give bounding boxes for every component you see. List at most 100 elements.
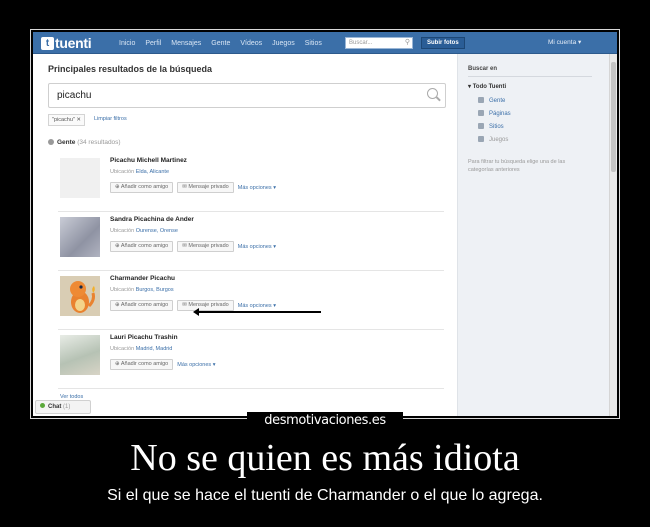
divider — [468, 76, 592, 77]
search-filter-sidebar: Buscar en ▾ Todo Tuenti Gente Páginas Si… — [457, 54, 609, 416]
add-friend-button[interactable]: ⊕ Añadir como amigo — [110, 359, 174, 370]
sidebar-item-paginas[interactable]: Páginas — [478, 110, 511, 117]
private-message-label: Mensaje privado — [188, 184, 229, 190]
annotation-arrow — [193, 308, 321, 316]
sidebar-item-label: Páginas — [489, 111, 511, 117]
poster-title: No se quien es más idiota — [130, 437, 520, 479]
result-location: Ubicación Madrid, Madrid — [110, 346, 172, 352]
person-icon — [48, 139, 54, 145]
result-item: Sandra Picachina de Ander Ubicación Oure… — [58, 213, 444, 269]
sidebar-item-all[interactable]: ▾ Todo Tuenti — [468, 83, 506, 90]
top-search-input[interactable]: Buscar... ⚲ — [345, 37, 413, 49]
sidebar-title: Buscar en — [468, 66, 498, 72]
sidebar-item-label: Sitios — [489, 124, 504, 130]
location-value[interactable]: Burgos, Burgos — [136, 287, 174, 293]
sidebar-item-gente[interactable]: Gente — [478, 97, 505, 104]
location-value[interactable]: Madrid, Madrid — [136, 346, 173, 352]
nav-item-mensajes[interactable]: Mensajes — [171, 40, 201, 47]
result-location: Ubicación Burgos, Burgos — [110, 287, 174, 293]
result-name[interactable]: Picachu Michell Martinez — [110, 157, 187, 164]
private-message-label: Mensaje privado — [188, 243, 229, 249]
divider — [58, 388, 444, 389]
add-friend-button[interactable]: ⊕ Añadir como amigo — [110, 300, 174, 311]
result-item: Lauri Picachu Trashin Ubicación Madrid, … — [58, 331, 444, 387]
page-title: Principales resultados de la búsqueda — [48, 64, 213, 74]
online-status-icon — [40, 403, 45, 408]
chat-label: Chat — [48, 404, 62, 410]
top-search-placeholder: Buscar... — [349, 40, 373, 46]
clear-filters-link[interactable]: Limpiar filtros — [94, 116, 127, 122]
sidebar-item-juegos[interactable]: Juegos — [478, 136, 508, 143]
more-options-link[interactable]: Más opciones ▾ — [177, 362, 215, 368]
location-label: Ubicación — [110, 346, 135, 352]
private-message-button[interactable]: ✉ Mensaje privado — [177, 241, 234, 252]
nav-item-inicio[interactable]: Inicio — [119, 40, 135, 47]
sidebar-item-label: Juegos — [489, 137, 509, 143]
chat-button[interactable]: Chat (1) — [35, 400, 91, 414]
active-filter-tag[interactable]: "picachu" ✕ — [48, 114, 85, 126]
divider — [58, 329, 444, 330]
scrollbar-thumb[interactable] — [611, 62, 616, 172]
place-icon — [478, 123, 484, 129]
nav-item-gente[interactable]: Gente — [211, 40, 230, 47]
people-count: (34 resultados) — [77, 139, 121, 146]
nav-item-sitios[interactable]: Sitios — [305, 40, 322, 47]
result-actions: ⊕ Añadir como amigo Más opciones ▾ — [110, 359, 215, 370]
search-query-value: picachu — [57, 90, 92, 101]
upload-photos-button[interactable]: Subir fotos — [421, 37, 465, 49]
location-value[interactable]: Elda, Alicante — [136, 169, 169, 175]
search-results-main: Principales resultados de la búsqueda pi… — [33, 54, 457, 416]
avatar[interactable] — [60, 158, 100, 198]
search-icon[interactable] — [427, 88, 438, 99]
private-message-button[interactable]: ✉ Mensaje privado — [177, 300, 234, 311]
result-item: Charmander Picachu Ubicación Burgos, Bur… — [58, 272, 444, 328]
result-location: Ubicación Elda, Alicante — [110, 169, 169, 175]
avatar[interactable] — [60, 217, 100, 257]
account-menu[interactable]: Mi cuenta ▾ — [548, 32, 581, 54]
screenshot: t tuenti Inicio Perfil Mensajes Gente Ví… — [33, 32, 617, 416]
result-name[interactable]: Sandra Picachina de Ander — [110, 216, 194, 223]
add-friend-button[interactable]: ⊕ Añadir como amigo — [110, 182, 174, 193]
people-section-header: Gente (34 resultados) — [48, 139, 121, 146]
pages-icon — [478, 110, 484, 116]
divider — [58, 211, 444, 212]
location-value[interactable]: Ourense, Orense — [136, 228, 178, 234]
chat-count: (1) — [63, 404, 71, 410]
location-label: Ubicación — [110, 228, 135, 234]
nav-item-perfil[interactable]: Perfil — [145, 40, 161, 47]
result-name[interactable]: Lauri Picachu Trashin — [110, 334, 178, 341]
main-nav: Inicio Perfil Mensajes Gente Vídeos Jueg… — [119, 32, 332, 54]
search-query-input[interactable]: picachu — [48, 83, 446, 108]
private-message-button[interactable]: ✉ Mensaje privado — [177, 182, 234, 193]
games-icon — [478, 136, 484, 142]
tuenti-logo[interactable]: t tuenti — [41, 35, 92, 51]
result-location: Ubicación Ourense, Orense — [110, 228, 178, 234]
add-friend-label: Añadir como amigo — [120, 302, 169, 308]
logo-text: tuenti — [55, 35, 92, 51]
search-icon[interactable]: ⚲ — [405, 39, 410, 47]
divider — [58, 270, 444, 271]
poster-subtitle: Si el que se hace el tuenti de Charmande… — [107, 487, 543, 504]
page-scrollbar[interactable] — [609, 54, 617, 416]
people-label: Gente — [57, 139, 76, 146]
sidebar-hint: Para filtrar tu búsqueda elige una de la… — [468, 159, 566, 173]
nav-item-videos[interactable]: Vídeos — [240, 40, 262, 47]
add-friend-button[interactable]: ⊕ Añadir como amigo — [110, 241, 174, 252]
more-options-link[interactable]: Más opciones ▾ — [238, 244, 276, 250]
top-navigation-bar: t tuenti Inicio Perfil Mensajes Gente Ví… — [33, 32, 617, 54]
location-label: Ubicación — [110, 169, 135, 175]
avatar[interactable] — [60, 335, 100, 375]
result-actions: ⊕ Añadir como amigo ✉ Mensaje privado Má… — [110, 241, 276, 252]
add-friend-label: Añadir como amigo — [120, 243, 169, 249]
sidebar-item-sitios[interactable]: Sitios — [478, 123, 504, 130]
logo-mark: t — [41, 36, 54, 50]
sidebar-item-label: Gente — [489, 98, 506, 104]
site-watermark: desmotivaciones.es — [247, 412, 403, 430]
nav-item-juegos[interactable]: Juegos — [272, 40, 295, 47]
more-options-link[interactable]: Más opciones ▾ — [238, 303, 276, 309]
more-options-link[interactable]: Más opciones ▾ — [238, 185, 276, 191]
result-actions: ⊕ Añadir como amigo ✉ Mensaje privado Má… — [110, 182, 276, 193]
result-item: Picachu Michell Martinez Ubicación Elda,… — [58, 154, 444, 210]
result-name[interactable]: Charmander Picachu — [110, 275, 175, 282]
avatar[interactable] — [60, 276, 100, 316]
